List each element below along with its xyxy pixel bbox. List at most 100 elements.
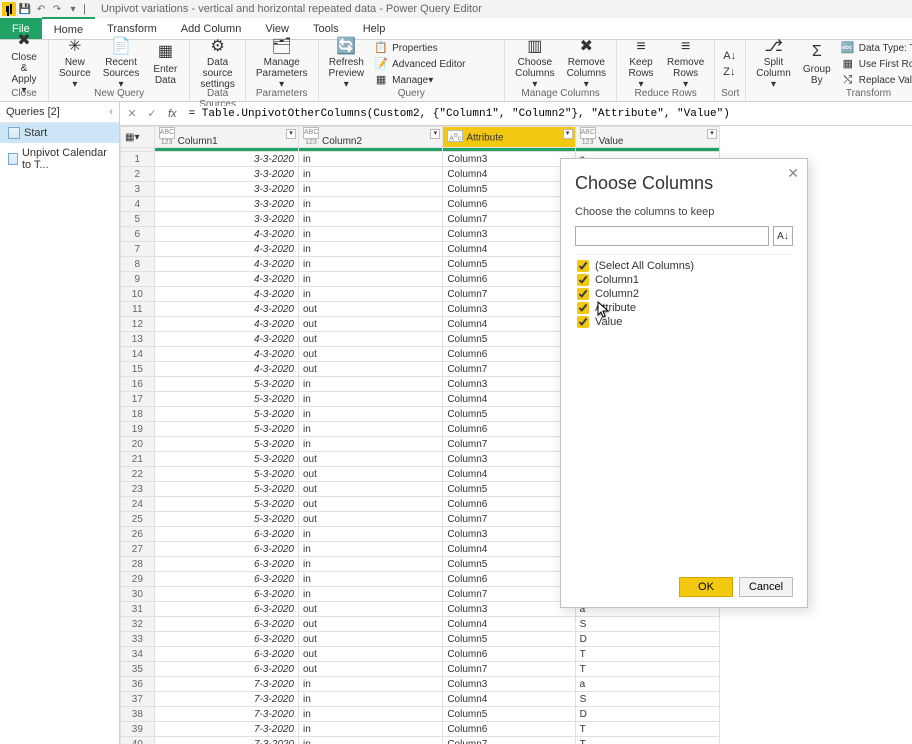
column-row[interactable]: Value: [575, 315, 793, 329]
filter-dropdown-icon[interactable]: ▾: [430, 129, 440, 139]
cell[interactable]: 6-3-2020: [154, 602, 298, 617]
cell[interactable]: 4-3-2020: [154, 272, 298, 287]
tab-view[interactable]: View: [253, 18, 301, 39]
table-row[interactable]: 397-3-2020inColumn6T: [121, 722, 720, 737]
cell[interactable]: in: [299, 572, 443, 587]
cell[interactable]: Column7: [443, 362, 575, 377]
row-number[interactable]: 26: [121, 527, 155, 542]
cell[interactable]: in: [299, 422, 443, 437]
table-row[interactable]: 367-3-2020inColumn3a: [121, 677, 720, 692]
row-number[interactable]: 40: [121, 737, 155, 744]
recent-sources-button[interactable]: 📄RecentSources▾: [97, 40, 146, 88]
cell[interactable]: in: [299, 272, 443, 287]
formula-accept-icon[interactable]: ✓: [144, 107, 160, 120]
cell[interactable]: out: [299, 317, 443, 332]
query-item-unpivot[interactable]: Unpivot Calendar to T...: [0, 143, 119, 175]
cell[interactable]: Column6: [443, 647, 575, 662]
refresh-preview-button[interactable]: 🔄RefreshPreview▾: [323, 40, 371, 88]
close-apply-button[interactable]: ✖Close &Apply▾: [4, 40, 44, 88]
cell[interactable]: S: [575, 617, 719, 632]
row-number[interactable]: 33: [121, 632, 155, 647]
column-header[interactable]: ABC123Column1▾: [154, 127, 298, 148]
cell[interactable]: Column5: [443, 182, 575, 197]
cancel-button[interactable]: Cancel: [739, 577, 793, 597]
cell[interactable]: 5-3-2020: [154, 377, 298, 392]
cell[interactable]: 4-3-2020: [154, 332, 298, 347]
undo-icon[interactable]: ↶: [34, 2, 48, 16]
tab-transform[interactable]: Transform: [95, 18, 169, 39]
cell[interactable]: 6-3-2020: [154, 617, 298, 632]
cell[interactable]: 6-3-2020: [154, 542, 298, 557]
cell[interactable]: 4-3-2020: [154, 302, 298, 317]
column-row[interactable]: Column1: [575, 273, 793, 287]
manage-button[interactable]: ▦Manage ▾: [370, 72, 500, 88]
row-number[interactable]: 25: [121, 512, 155, 527]
properties-button[interactable]: 📋Properties: [370, 40, 500, 56]
row-number[interactable]: 10: [121, 287, 155, 302]
cell[interactable]: 4-3-2020: [154, 227, 298, 242]
group-by-button[interactable]: ΣGroupBy: [797, 40, 837, 88]
row-number[interactable]: 18: [121, 407, 155, 422]
table-row[interactable]: 387-3-2020inColumn5D: [121, 707, 720, 722]
cell[interactable]: 6-3-2020: [154, 662, 298, 677]
row-number[interactable]: 38: [121, 707, 155, 722]
cell[interactable]: 4-3-2020: [154, 287, 298, 302]
row-number[interactable]: 22: [121, 467, 155, 482]
cell[interactable]: 5-3-2020: [154, 437, 298, 452]
cell[interactable]: 5-3-2020: [154, 467, 298, 482]
column-header-selected[interactable]: ABcAttribute▾: [443, 127, 575, 148]
cell[interactable]: Column4: [443, 167, 575, 182]
row-number[interactable]: 15: [121, 362, 155, 377]
cell[interactable]: T: [575, 662, 719, 677]
cell[interactable]: 3-3-2020: [154, 182, 298, 197]
cell[interactable]: in: [299, 152, 443, 167]
cell[interactable]: 7-3-2020: [154, 707, 298, 722]
filter-dropdown-icon[interactable]: ▾: [563, 129, 573, 139]
row-number[interactable]: 14: [121, 347, 155, 362]
cell[interactable]: S: [575, 692, 719, 707]
first-row-headers-button[interactable]: ▦Use First Row as Headers ▾: [837, 56, 912, 72]
cell[interactable]: in: [299, 377, 443, 392]
cell[interactable]: in: [299, 197, 443, 212]
remove-rows-button[interactable]: ≡RemoveRows▾: [661, 40, 710, 88]
cell[interactable]: in: [299, 182, 443, 197]
cell[interactable]: out: [299, 617, 443, 632]
cell[interactable]: in: [299, 242, 443, 257]
column-checkbox[interactable]: [577, 316, 589, 328]
cell[interactable]: out: [299, 632, 443, 647]
tab-help[interactable]: Help: [351, 18, 398, 39]
cell[interactable]: 4-3-2020: [154, 242, 298, 257]
cell[interactable]: Column3: [443, 452, 575, 467]
cell[interactable]: in: [299, 287, 443, 302]
row-number[interactable]: 1: [121, 152, 155, 167]
cell[interactable]: Column6: [443, 497, 575, 512]
manage-parameters-button[interactable]: 🗂ManageParameters▾: [250, 40, 314, 88]
cell[interactable]: Column5: [443, 482, 575, 497]
cell[interactable]: Column4: [443, 617, 575, 632]
cell[interactable]: Column3: [443, 527, 575, 542]
cell[interactable]: in: [299, 587, 443, 602]
row-number[interactable]: 29: [121, 572, 155, 587]
dialog-close-icon[interactable]: ✕: [787, 165, 799, 182]
cell[interactable]: in: [299, 692, 443, 707]
cell[interactable]: 5-3-2020: [154, 407, 298, 422]
cell[interactable]: 6-3-2020: [154, 572, 298, 587]
cell[interactable]: out: [299, 482, 443, 497]
cell[interactable]: out: [299, 332, 443, 347]
cell[interactable]: Column6: [443, 422, 575, 437]
cell[interactable]: Column4: [443, 467, 575, 482]
keep-rows-button[interactable]: ≡KeepRows▾: [621, 40, 661, 88]
cell[interactable]: Column6: [443, 272, 575, 287]
cell[interactable]: in: [299, 707, 443, 722]
cell[interactable]: Column5: [443, 632, 575, 647]
query-item-start[interactable]: Start: [0, 123, 119, 143]
cell[interactable]: in: [299, 737, 443, 744]
cell[interactable]: 6-3-2020: [154, 647, 298, 662]
filter-dropdown-icon[interactable]: ▾: [286, 129, 296, 139]
cell[interactable]: Column5: [443, 332, 575, 347]
cell[interactable]: Column3: [443, 677, 575, 692]
cell[interactable]: 6-3-2020: [154, 632, 298, 647]
column-row[interactable]: Attribute: [575, 301, 793, 315]
cell[interactable]: 5-3-2020: [154, 392, 298, 407]
cell[interactable]: Column6: [443, 347, 575, 362]
